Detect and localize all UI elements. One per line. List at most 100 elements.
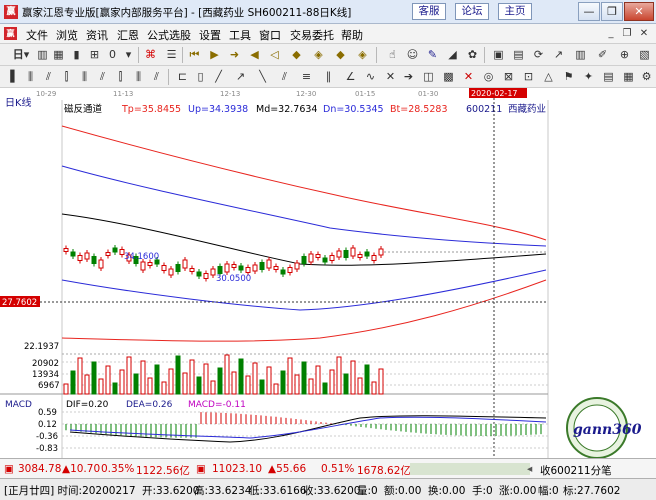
gann-icon[interactable]: ✎ [424,47,441,63]
arrow-icon[interactable]: ➔ [400,69,417,85]
channel-icon[interactable]: ⫽ [276,69,293,85]
bars7-icon[interactable]: ⫿ [112,69,129,85]
minimize-icon[interactable]: — [578,2,600,21]
bars9-icon[interactable]: ⫽ [148,69,165,85]
menu-news[interactable]: 资讯 [86,27,108,43]
separator [168,69,169,85]
box-icon[interactable]: ▩ [440,69,457,85]
measure-icon[interactable]: ⊏ [174,69,191,85]
calendar-icon[interactable]: ▣ [490,47,507,63]
diamond-left-icon[interactable]: ◆ [332,47,349,63]
formula-icon[interactable]: ▾ [120,47,137,63]
layout-icon[interactable]: ▦ [620,69,637,85]
delete-icon[interactable]: ✕ [460,69,477,85]
menu-trade[interactable]: 交易委托 [290,27,334,43]
date-tick: 10-29 [36,90,56,98]
arrow-right-icon[interactable]: ➜ [226,47,243,63]
trend-icon[interactable]: ↗ [550,47,567,63]
grid-icon[interactable]: ▦ [50,47,67,63]
circle-icon[interactable]: ◎ [480,69,497,85]
link-zhuye[interactable]: 主页 [498,3,532,20]
mdi-restore-icon[interactable]: ❐ [620,27,634,41]
fenshi-icon[interactable]: ⊞ [86,47,103,63]
fan-icon[interactable]: ◢ [444,47,461,63]
rect-icon[interactable]: ▯ [192,69,209,85]
bars6-icon[interactable]: ⫽ [94,69,111,85]
play-icon[interactable]: ▶ [206,47,223,63]
arrow-left-icon[interactable]: ◀ [246,47,263,63]
sync-icon[interactable]: ⟳ [530,47,547,63]
info-volume: 量:0 [357,485,378,497]
skip-first-icon[interactable]: ⏮ [186,47,203,63]
volume-bar [175,355,181,395]
text-icon[interactable]: ✕ [382,69,399,85]
info-icon[interactable]: ⌘ [142,47,159,63]
segment-icon[interactable]: ╲ [254,69,271,85]
info2-icon[interactable]: ☰ [163,47,180,63]
hand-icon[interactable]: ☝ [384,47,401,63]
close-icon[interactable]: ✕ [624,2,654,21]
link-luntan[interactable]: 论坛 [455,3,489,20]
info-shou: 手:0 [472,485,493,497]
restore-icon[interactable]: ❐ [601,2,623,21]
bar-chart-icon[interactable]: ▥ [34,47,51,63]
menu-window[interactable]: 窗口 [259,27,281,43]
speaker-icon[interactable]: ◂ [527,463,532,475]
diamond-right-icon[interactable]: ◈ [354,47,371,63]
link-kefu[interactable]: 客服 [412,3,446,20]
chart-area[interactable]: 10-29 11-13 12-13 12-30 01-15 01-30 2020… [0,88,656,459]
angle-icon[interactable]: ∠ [342,69,359,85]
diamond-up-icon[interactable]: ◆ [288,47,305,63]
bars5-icon[interactable]: ⫼ [76,69,93,85]
mdi-close-icon[interactable]: ✕ [637,27,651,41]
star-icon[interactable]: ✦ [580,69,597,85]
menu-tools[interactable]: 工具 [229,27,251,43]
ray-icon[interactable]: ↗ [232,69,249,85]
menu-browse[interactable]: 浏览 [56,27,78,43]
toolbar-main: 日▾ ▥ ▦ ▮ ⊞ 0 ▾ ⌘ ☰ ⏮ ▶ ➜ ◀ ◁ ◆ ◈ ◆ ◈ ☝ ☺… [0,44,656,66]
panel-icon[interactable]: ▤ [600,69,617,85]
zero-icon[interactable]: 0 [104,47,121,63]
fib-icon[interactable]: ≡ [298,69,315,85]
cycle-icon[interactable]: ◫ [420,69,437,85]
menu-logo-icon[interactable]: 赢 [4,27,17,40]
menu-file[interactable]: 文件 [26,27,48,43]
diamond-down-icon[interactable]: ◈ [310,47,327,63]
play-left-icon[interactable]: ◁ [266,47,283,63]
pen-icon[interactable]: ✐ [594,47,611,63]
line-icon[interactable]: ╱ [210,69,227,85]
flag-icon[interactable]: ⚑ [560,69,577,85]
candle [273,266,279,270]
image-icon[interactable]: ▧ [636,47,653,63]
zoom-icon[interactable]: ⊕ [616,47,633,63]
period-selector[interactable]: 日▾ [10,47,32,63]
vol-tick: 6967 [38,381,60,391]
date-tick: 12-13 [220,90,240,98]
cross-icon[interactable]: ⊠ [500,69,517,85]
wave-icon[interactable]: ∿ [362,69,379,85]
check-icon[interactable]: ⊡ [520,69,537,85]
bars2-icon[interactable]: ⫼ [22,69,39,85]
bars8-icon[interactable]: ⫼ [130,69,147,85]
people-icon[interactable]: ☺ [404,47,421,63]
dea-value: DEA=0.26 [126,400,173,410]
bars4-icon[interactable]: ⫿ [58,69,75,85]
candle-icon[interactable]: ▥ [572,47,589,63]
setting-icon[interactable]: ⚙ [638,69,655,85]
bars-icon[interactable]: ▌ [6,69,23,85]
k-line-icon[interactable]: ▮ [68,47,85,63]
menu-help[interactable]: 帮助 [341,27,363,43]
parallel-icon[interactable]: ∥ [320,69,337,85]
triangle-icon[interactable]: △ [540,69,557,85]
mdi-minimize-icon[interactable]: _ [604,27,618,41]
menu-huien[interactable]: 汇恩 [117,27,139,43]
window-title: 赢家江恩专业版[赢家内部服务平台] - [西藏药业 SH600211-88日K线… [22,7,352,19]
menu-settings[interactable]: 设置 [199,27,221,43]
grid-square-icon[interactable]: ▤ [510,47,527,63]
fenbi-label[interactable]: 收600211分笔 [540,463,612,478]
macd-value: MACD=-0.11 [188,400,246,410]
menu-formula[interactable]: 公式选股 [147,27,191,43]
bars3-icon[interactable]: ⫽ [40,69,57,85]
k-line-chart[interactable]: 10-29 11-13 12-13 12-30 01-15 01-30 2020… [0,88,656,459]
spiral-icon[interactable]: ✿ [464,47,481,63]
